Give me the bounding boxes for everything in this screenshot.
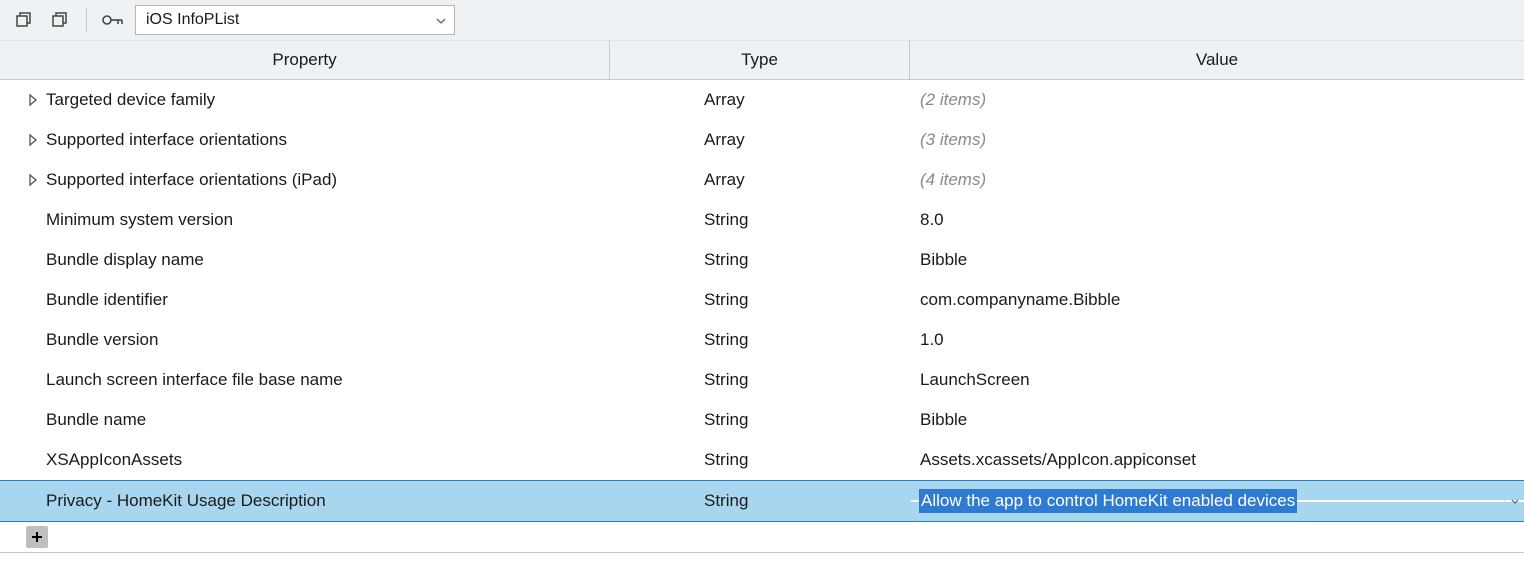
type-cell: String xyxy=(704,370,748,390)
table-row[interactable]: Minimum system version String 8.0 xyxy=(0,200,1524,240)
property-cell: Bundle identifier xyxy=(46,290,168,310)
scheme-select-label: iOS InfoPList xyxy=(146,11,239,29)
value-cell: (2 items) xyxy=(920,90,986,110)
property-cell: Bundle version xyxy=(46,330,158,350)
property-cell: XSAppIconAssets xyxy=(46,450,182,470)
expander-placeholder xyxy=(26,373,40,387)
value-cell: (3 items) xyxy=(920,130,986,150)
table-row[interactable]: Bundle version String 1.0 xyxy=(0,320,1524,360)
expander-placeholder xyxy=(26,333,40,347)
value-cell: Bibble xyxy=(920,410,967,430)
property-cell: Bundle display name xyxy=(46,250,204,270)
property-cell: Bundle name xyxy=(46,410,146,430)
toolbar: iOS InfoPList xyxy=(0,0,1524,40)
table-row[interactable]: Launch screen interface file base name St… xyxy=(0,360,1524,400)
add-row-button[interactable] xyxy=(26,526,48,548)
property-cell: Supported interface orientations xyxy=(46,130,287,150)
column-header-label: Type xyxy=(741,50,778,70)
expander-placeholder xyxy=(26,494,40,508)
value-editor[interactable]: Allow the app to control HomeKit enabled… xyxy=(910,500,1524,502)
grid-header: Property Type Value xyxy=(0,40,1524,80)
expander-placeholder xyxy=(26,413,40,427)
value-cell: 1.0 xyxy=(920,330,944,350)
property-cell: Minimum system version xyxy=(46,210,233,230)
column-header-property[interactable]: Property xyxy=(0,40,610,79)
column-header-label: Value xyxy=(1196,50,1238,70)
property-cell: Privacy - HomeKit Usage Description xyxy=(46,491,326,511)
expander-placeholder xyxy=(26,253,40,267)
table-row[interactable]: Targeted device family Array (2 items) xyxy=(0,80,1524,120)
type-cell: String xyxy=(704,410,748,430)
property-cell: Supported interface orientations (iPad) xyxy=(46,170,337,190)
value-cell: Bibble xyxy=(920,250,967,270)
chevron-down-icon xyxy=(436,11,446,29)
expander-icon[interactable] xyxy=(26,93,40,107)
table-row[interactable]: Supported interface orientations Array (3 … xyxy=(0,120,1524,160)
value-cell: Assets.xcassets/AppIcon.appiconset xyxy=(920,450,1196,470)
value-cell: (4 items) xyxy=(920,170,986,190)
column-header-value[interactable]: Value xyxy=(910,40,1524,79)
table-row[interactable]: XSAppIconAssets String Assets.xcassets/App… xyxy=(0,440,1524,480)
expand-all-icon[interactable] xyxy=(46,6,74,34)
expander-placeholder xyxy=(26,213,40,227)
scheme-select[interactable]: iOS InfoPList xyxy=(135,5,455,35)
table-row[interactable]: Supported interface orientations (iPad) A… xyxy=(0,160,1524,200)
chevron-down-icon[interactable] xyxy=(1504,500,1524,502)
type-cell: String xyxy=(704,330,748,350)
type-cell: String xyxy=(704,290,748,310)
expander-placeholder xyxy=(26,453,40,467)
table-row[interactable]: Bundle display name String Bibble xyxy=(0,240,1524,280)
table-row-selected[interactable]: Privacy - HomeKit Usage Description Stri… xyxy=(0,480,1524,522)
column-header-type[interactable]: Type xyxy=(610,40,910,79)
property-cell: Targeted device family xyxy=(46,90,215,110)
table-row[interactable]: Bundle identifier String com.companyname.B… xyxy=(0,280,1524,320)
type-cell: String xyxy=(704,250,748,270)
type-cell: String xyxy=(704,210,748,230)
grid-body: Targeted device family Array (2 items) Supp… xyxy=(0,80,1524,480)
value-cell: 8.0 xyxy=(920,210,944,230)
column-header-label: Property xyxy=(272,50,336,70)
type-cell: String xyxy=(704,450,748,470)
value-editor-text: Allow the app to control HomeKit enabled… xyxy=(919,489,1297,513)
expander-icon[interactable] xyxy=(26,173,40,187)
value-cell: com.companyname.Bibble xyxy=(920,290,1120,310)
type-cell: String xyxy=(704,491,748,511)
table-row[interactable]: Bundle name String Bibble xyxy=(0,400,1524,440)
expander-icon[interactable] xyxy=(26,133,40,147)
grid-bottom-border xyxy=(0,552,1524,553)
type-cell: Array xyxy=(704,170,745,190)
key-icon[interactable] xyxy=(99,6,127,34)
expander-placeholder xyxy=(26,293,40,307)
collapse-all-icon[interactable] xyxy=(10,6,38,34)
type-cell: Array xyxy=(704,90,745,110)
toolbar-separator xyxy=(86,8,87,32)
value-cell: LaunchScreen xyxy=(920,370,1030,390)
type-cell: Array xyxy=(704,130,745,150)
grid-footer xyxy=(0,522,1524,552)
property-grid: Property Type Value Targeted device fami… xyxy=(0,40,1524,553)
property-cell: Launch screen interface file base name xyxy=(46,370,343,390)
